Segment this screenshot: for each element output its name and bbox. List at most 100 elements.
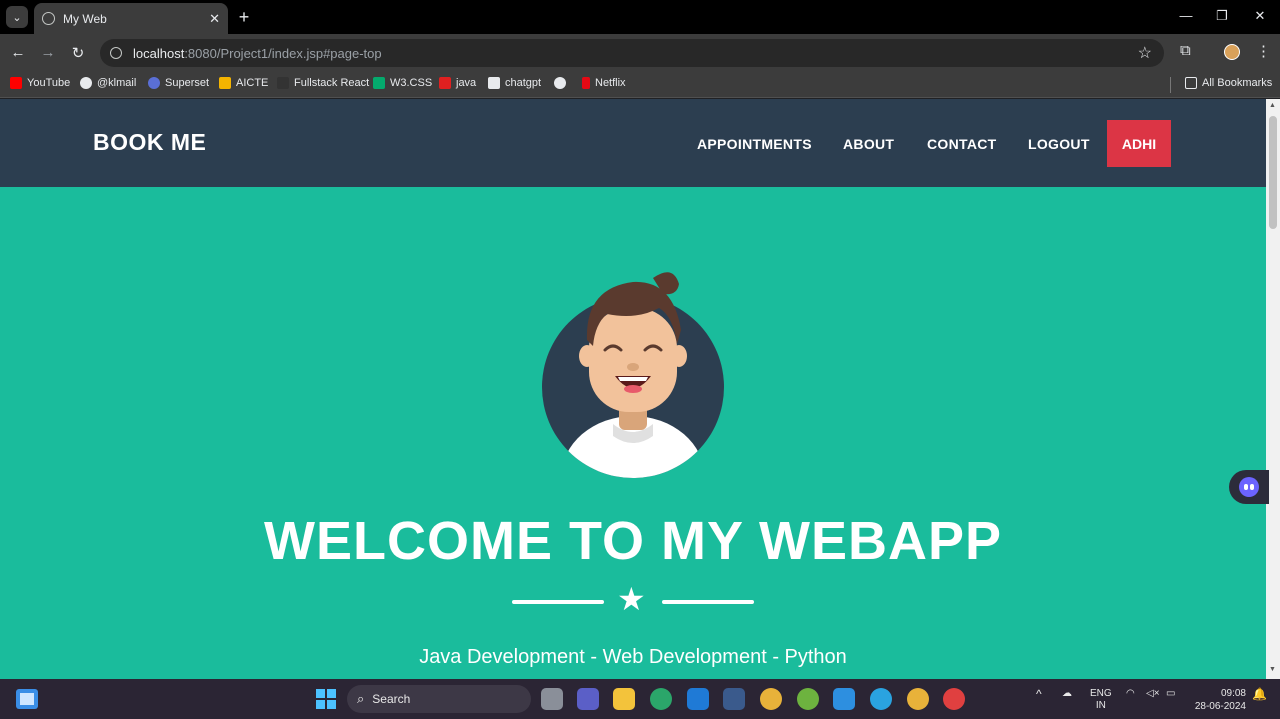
maximize-button[interactable]: ❐	[1212, 8, 1232, 24]
w3css-icon	[373, 77, 385, 89]
chevron-up-icon[interactable]: ^	[1036, 688, 1042, 700]
telegram-icon[interactable]	[870, 688, 892, 710]
time: 09:08	[1220, 688, 1246, 699]
bookmark-star-icon[interactable]: ☆	[1138, 43, 1152, 63]
forward-icon[interactable]: →	[39, 44, 57, 61]
hero-title: WELCOME TO MY WEBAPP	[263, 511, 1003, 571]
url-host: localhost	[133, 45, 185, 61]
search-icon: ⌕	[357, 691, 365, 706]
close-window-button[interactable]: ✕	[1250, 8, 1270, 24]
wifi-icon[interactable]: ◠	[1126, 688, 1135, 700]
superset-icon	[148, 77, 160, 89]
all-bookmarks-label: All Bookmarks	[1202, 77, 1273, 89]
divider-line-right	[662, 600, 754, 604]
windows-taskbar: ⌕ Search ^ ☁ ENG IN ◠ ◁× ▭ 09:08 28-06-202…	[0, 679, 1280, 719]
mail-icon[interactable]	[687, 688, 709, 710]
bookmark-label: java	[456, 77, 477, 89]
bookmark-label: chatgpt	[505, 77, 542, 89]
fullstack-react-icon	[277, 77, 289, 89]
bookmarks-bar: YouTube @klmail Superset AICTE Fullstack…	[0, 72, 1280, 98]
scroll-thumb[interactable]	[1269, 116, 1277, 229]
volume-muted-icon[interactable]: ◁×	[1146, 688, 1160, 700]
nav-appointments[interactable]: APPOINTMENTS	[697, 136, 812, 152]
star-icon: ★	[617, 581, 646, 617]
globe-icon	[80, 77, 92, 89]
bookmark-label: Superset	[165, 77, 210, 89]
chatgpt-icon	[488, 77, 500, 89]
lang-top: ENG	[1090, 688, 1112, 699]
bookmark-label: W3.CSS	[390, 77, 433, 89]
chrome-profile-icon[interactable]	[907, 688, 929, 710]
bookmark-label: Netflix	[595, 77, 626, 89]
bookmark-netflix[interactable]: Netflix	[582, 77, 626, 89]
scroll-up-icon[interactable]: ▲	[1269, 102, 1276, 109]
start-icon[interactable]	[316, 689, 336, 709]
bookmark-superset[interactable]: Superset	[148, 77, 209, 89]
tab-strip: ⌄ My Web ✕ + — ❐ ✕	[0, 0, 1280, 34]
profile-avatar[interactable]	[1224, 44, 1240, 60]
site-info-icon[interactable]	[110, 47, 122, 59]
bookmark-fullstack-react[interactable]: Fullstack React	[277, 77, 369, 89]
bookmark-globe[interactable]	[554, 77, 571, 89]
avatar-illustration	[542, 272, 724, 478]
address-bar[interactable]: localhost:8080/Project1/index.jsp#page-t…	[100, 39, 1164, 67]
bot-icon	[1239, 477, 1259, 497]
chrome-icon[interactable]	[760, 688, 782, 710]
page-scrollbar[interactable]: ▲ ▼	[1266, 99, 1280, 679]
minimize-button[interactable]: —	[1176, 8, 1196, 23]
edge-icon[interactable]	[650, 688, 672, 710]
user-button[interactable]: ADHI	[1107, 120, 1171, 167]
teams-icon[interactable]	[577, 688, 599, 710]
lang-bottom: IN	[1095, 700, 1106, 711]
site-brand[interactable]: BOOK ME	[93, 129, 206, 156]
netflix-icon	[582, 77, 590, 89]
scroll-down-icon[interactable]: ▼	[1269, 666, 1276, 673]
back-icon[interactable]: ←	[9, 44, 27, 61]
app-red-icon[interactable]	[943, 688, 965, 710]
nav-contact[interactable]: CONTACT	[927, 136, 997, 152]
globe-icon	[42, 12, 55, 25]
search-placeholder: Search	[372, 692, 411, 706]
bookmark-w3css[interactable]: W3.CSS	[373, 77, 432, 89]
hero-subtitle: Java Development - Web Development - Pyt…	[419, 646, 847, 668]
close-tab-icon[interactable]: ✕	[209, 11, 220, 27]
divider-line-left	[512, 600, 604, 604]
nav-about[interactable]: ABOUT	[843, 136, 894, 152]
web-page: BOOK ME APPOINTMENTS ABOUT CONTACT LOGOU…	[0, 99, 1266, 679]
bookmark-klmail[interactable]: @klmail	[80, 77, 136, 89]
language-indicator[interactable]: ENG IN	[1090, 688, 1112, 712]
tab-search-button[interactable]: ⌄	[6, 6, 28, 28]
vscode-icon[interactable]	[833, 688, 855, 710]
new-tab-button[interactable]: +	[236, 7, 252, 28]
menu-icon[interactable]: ⋮	[1256, 42, 1271, 60]
browser-tab[interactable]: My Web ✕	[34, 3, 228, 34]
all-bookmarks[interactable]: All Bookmarks	[1185, 77, 1272, 89]
widgets-icon[interactable]	[16, 689, 38, 709]
app-icon[interactable]	[723, 688, 745, 710]
chat-widget-button[interactable]	[1229, 470, 1269, 504]
folder-icon	[1185, 77, 1197, 89]
bookmark-aicte[interactable]: AICTE	[219, 77, 268, 89]
file-explorer-icon[interactable]	[613, 688, 635, 710]
bookmark-label: Fullstack React	[294, 77, 370, 89]
bookmark-label: AICTE	[236, 77, 269, 89]
browser-toolbar: ← → ↻ localhost:8080/Project1/index.jsp#…	[0, 34, 1280, 72]
onedrive-icon[interactable]: ☁	[1062, 688, 1072, 700]
task-view-icon[interactable]	[541, 688, 563, 710]
tab-title: My Web	[63, 11, 107, 26]
java-icon	[439, 77, 451, 89]
spring-tool-icon[interactable]	[797, 688, 819, 710]
url-path: :8080/Project1/index.jsp#page-top	[184, 45, 382, 61]
globe-icon	[554, 77, 566, 89]
taskbar-search[interactable]: ⌕ Search	[347, 685, 531, 713]
nav-logout[interactable]: LOGOUT	[1028, 136, 1090, 152]
bookmark-java[interactable]: java	[439, 77, 476, 89]
clock[interactable]: 09:08 28-06-2024	[1190, 687, 1246, 713]
bookmark-label: YouTube	[27, 77, 71, 89]
notification-bell-icon[interactable]: 🔔	[1252, 688, 1267, 700]
bookmark-chatgpt[interactable]: chatgpt	[488, 77, 541, 89]
bookmark-youtube[interactable]: YouTube	[10, 77, 70, 89]
reload-icon[interactable]: ↻	[69, 44, 87, 62]
extensions-icon[interactable]: ⧉	[1180, 42, 1191, 59]
battery-icon[interactable]: ▭	[1166, 688, 1175, 700]
